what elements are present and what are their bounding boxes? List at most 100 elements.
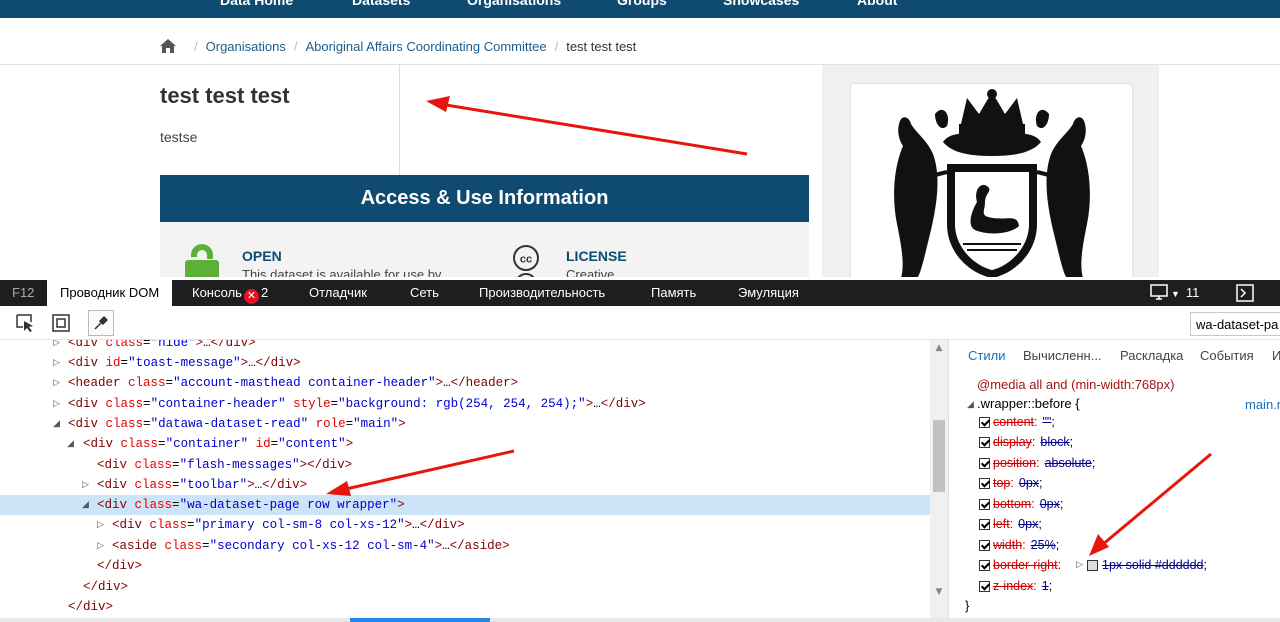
dom-node-selected[interactable]: ◢ <div class="wa-dataset-page row wrapper…	[0, 495, 930, 515]
css-property[interactable]: left:0px;	[979, 514, 1042, 534]
f12-label: F12	[12, 285, 35, 300]
dom-node-markup: <div class="datawa-dataset-read" role="m…	[68, 417, 406, 431]
tab-network[interactable]: Сеть	[410, 280, 439, 306]
select-element-icon	[16, 314, 33, 332]
document-mode-dropdown[interactable]: ▼ 11	[1150, 280, 1199, 306]
dom-node[interactable]: ◢ <div class="container" id="content">	[0, 434, 930, 454]
nav-groups[interactable]: Groups	[617, 0, 667, 8]
dom-node[interactable]: ▷ <header class="account-masthead contain…	[0, 373, 930, 393]
scrollbar-thumb[interactable]	[350, 618, 490, 622]
property-checkbox[interactable]	[979, 518, 990, 530]
dom-node[interactable]: ◢ <div class="datawa-dataset-read" role="…	[0, 414, 930, 434]
property-value[interactable]: ""	[1043, 415, 1052, 429]
open-lock-icon	[185, 244, 219, 277]
property-value[interactable]: 1px solid #dddddd	[1102, 558, 1203, 572]
css-property[interactable]: border-right: ▷ 1px solid #dddddd;	[979, 555, 1207, 575]
console-toggle-button[interactable]	[1236, 284, 1254, 302]
property-checkbox[interactable]	[979, 539, 990, 551]
tab-emulation[interactable]: Эмуляция	[738, 280, 799, 306]
dom-node[interactable]: ▷ <div class="container-header" style="ba…	[0, 394, 930, 414]
dom-node[interactable]: ▷ <div class="hide">…</div>	[0, 340, 930, 353]
expand-icon[interactable]: ▷	[53, 394, 65, 414]
css-property[interactable]: bottom:0px;	[979, 494, 1063, 514]
expand-icon[interactable]: ▷	[97, 536, 109, 556]
tab-debugger[interactable]: Отладчик	[309, 280, 367, 306]
css-property[interactable]: content: "";	[979, 412, 1055, 432]
tab-console[interactable]: Консоль ✕ 2	[192, 280, 268, 306]
dom-node[interactable]: ▷ <aside class="secondary col-xs-12 col-s…	[0, 536, 930, 556]
property-checkbox[interactable]	[979, 477, 990, 489]
property-value[interactable]: 0px	[1019, 476, 1039, 490]
select-element-button[interactable]	[12, 310, 38, 336]
scroll-down-icon[interactable]: ▼	[930, 584, 948, 600]
collapse-icon[interactable]: ◢	[82, 495, 94, 515]
property-checkbox[interactable]	[979, 498, 990, 510]
nav-data-home[interactable]: Data Home	[220, 0, 293, 8]
css-property[interactable]: z-index:1;	[979, 576, 1052, 596]
css-property[interactable]: position: absolute;	[979, 453, 1095, 473]
property-value[interactable]: 1	[1042, 579, 1049, 593]
color-picker-button[interactable]	[88, 310, 114, 336]
expand-icon[interactable]: ▷	[53, 340, 65, 353]
expand-icon[interactable]: ▷	[82, 475, 94, 495]
tab-events[interactable]: События	[1200, 348, 1254, 363]
property-value[interactable]: 0px	[1040, 497, 1060, 511]
css-rule-selector[interactable]: .wrapper::before {	[977, 396, 1080, 411]
breadcrumb-separator: /	[293, 38, 298, 54]
bottom-scrollbar[interactable]	[0, 618, 1280, 622]
tab-memory[interactable]: Память	[651, 280, 696, 306]
dom-node[interactable]: </div>	[0, 597, 930, 617]
property-value[interactable]: absolute	[1045, 456, 1092, 470]
dom-node[interactable]: <div class="flash-messages"></div>	[0, 455, 930, 475]
color-swatch[interactable]	[1087, 559, 1099, 571]
expand-shorthand-icon[interactable]: ▷	[1076, 560, 1083, 570]
dom-node[interactable]: </div>	[0, 556, 930, 576]
highlight-element-button[interactable]	[48, 310, 74, 336]
dom-node[interactable]: </div>	[0, 577, 930, 597]
nav-organisations[interactable]: Organisations	[467, 0, 561, 8]
dom-node-markup: <div class="container" id="content">	[83, 437, 354, 451]
css-source-link[interactable]: main.m	[1245, 397, 1280, 412]
nav-datasets[interactable]: Datasets	[352, 0, 410, 8]
scrollbar-thumb[interactable]	[933, 420, 945, 492]
property-checkbox[interactable]	[979, 559, 990, 571]
collapse-icon[interactable]: ◢	[53, 414, 65, 434]
home-icon[interactable]	[160, 39, 176, 53]
find-selector-input[interactable]	[1190, 312, 1280, 336]
breadcrumb-organisation[interactable]: Aboriginal Affairs Coordinating Committe…	[305, 39, 546, 54]
expand-icon[interactable]: ▷	[53, 353, 65, 373]
expand-icon[interactable]: ▷	[53, 373, 65, 393]
dom-tree-scrollbar[interactable]: ▲ ▼	[930, 340, 948, 618]
scroll-up-icon[interactable]: ▲	[930, 340, 948, 356]
collapse-icon[interactable]: ◢	[67, 434, 79, 454]
property-value[interactable]: 0px	[1018, 517, 1038, 531]
breadcrumb-organisations[interactable]: Organisations	[206, 39, 286, 54]
tab-computed[interactable]: Вычисленн...	[1023, 348, 1102, 363]
dom-explorer-toolbar	[0, 306, 1280, 340]
tab-dom-explorer[interactable]: Проводник DOM	[47, 280, 173, 306]
open-description: This dataset is available for use by	[242, 267, 442, 277]
tab-performance[interactable]: Производительность	[479, 280, 605, 306]
tab-more[interactable]: И	[1272, 348, 1280, 363]
dom-node[interactable]: ▷ <div class="primary col-sm-8 col-xs-12"…	[0, 515, 930, 535]
tab-styles[interactable]: Стили	[968, 348, 1005, 363]
property-checkbox[interactable]	[979, 436, 990, 448]
nav-showcases[interactable]: Showcases	[723, 0, 799, 8]
property-checkbox[interactable]	[979, 580, 990, 592]
tab-layout[interactable]: Раскладка	[1120, 348, 1183, 363]
property-name: border-right	[993, 558, 1058, 572]
expand-icon[interactable]: ▷	[97, 515, 109, 535]
property-checkbox[interactable]	[979, 416, 990, 428]
property-value[interactable]: 25%	[1031, 538, 1056, 552]
property-value[interactable]: block	[1040, 435, 1069, 449]
css-property[interactable]: display: block;	[979, 432, 1073, 452]
nav-about[interactable]: About	[857, 0, 897, 8]
dom-node[interactable]: ▷ <div class="toolbar">…</div>	[0, 475, 930, 495]
css-property[interactable]: top:0px;	[979, 473, 1043, 493]
dom-node[interactable]: ▷ <div id="toast-message">…</div>	[0, 353, 930, 373]
css-property[interactable]: width:25%;	[979, 535, 1059, 555]
collapse-icon[interactable]: ◢	[967, 400, 974, 410]
dom-node-markup: <div class="flash-messages"></div>	[97, 458, 353, 472]
property-checkbox[interactable]	[979, 457, 990, 469]
creative-commons-icon: cc	[513, 245, 539, 277]
